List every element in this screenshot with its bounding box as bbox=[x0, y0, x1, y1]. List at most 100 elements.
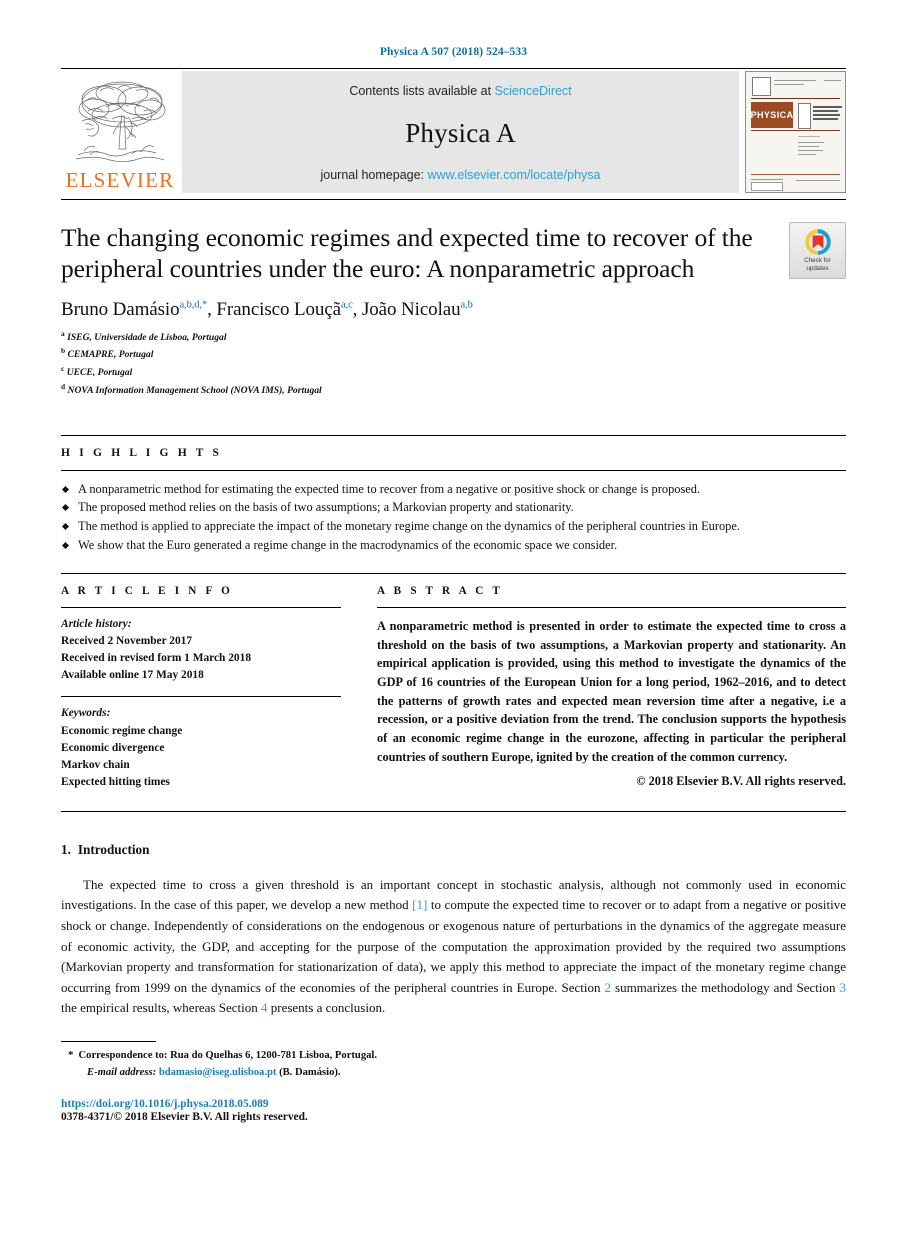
reference-link[interactable]: 2 bbox=[604, 980, 611, 995]
cover-footer-line bbox=[751, 179, 783, 180]
cover-masthead-text: PHYSICA bbox=[750, 110, 794, 120]
history-item: Received 2 November 2017 bbox=[61, 635, 193, 648]
cover-masthead: PHYSICA bbox=[751, 102, 793, 128]
abstract-heading: A B S T R A C T bbox=[377, 584, 504, 597]
author-separator: , bbox=[352, 298, 362, 320]
contents-prefix: Contents lists available at bbox=[349, 84, 492, 98]
journal-masthead: ELSEVIER Contents lists available at Sci… bbox=[61, 71, 846, 193]
section-title: Introduction bbox=[77, 841, 150, 857]
affiliation-list: a ISEG, Universidade de Lisboa, Portugal… bbox=[61, 328, 846, 399]
author-separator: , bbox=[207, 298, 217, 320]
keywords-rule bbox=[61, 696, 341, 698]
abstract-bottom-rule bbox=[61, 810, 846, 812]
author-affil-marks: a,c bbox=[341, 299, 353, 311]
affiliation-item: b CEMAPRE, Portugal bbox=[61, 345, 846, 363]
email-footnote: E-mail address: bdamasio@iseg.ulisboa.pt… bbox=[61, 1065, 846, 1082]
cover-logo-box bbox=[798, 103, 811, 129]
journal-cover-thumbnail: PHYSICA bbox=[745, 71, 846, 193]
keyword-item: Economic regime change bbox=[61, 724, 183, 737]
email-suffix: (B. Damásio). bbox=[279, 1066, 341, 1078]
crossmark-check-for-updates-icon bbox=[804, 229, 831, 255]
reference-link[interactable]: 3 bbox=[840, 980, 847, 995]
list-item: We show that the Euro generated a regime… bbox=[61, 536, 846, 555]
footnote-rule bbox=[61, 1040, 156, 1042]
author-affil-marks: a,b bbox=[460, 299, 473, 311]
journal-title: Physica A bbox=[405, 117, 516, 148]
cover-footer-box bbox=[751, 182, 783, 191]
homepage-prefix: journal homepage: bbox=[320, 168, 425, 182]
affiliation-item: a ISEG, Universidade de Lisboa, Portugal bbox=[61, 328, 846, 346]
cover-header-line bbox=[774, 84, 804, 85]
doi-block: https://doi.org/10.1016/j.physa.2018.05.… bbox=[61, 1098, 846, 1123]
issn-copyright: 0378-4371/© 2018 Elsevier B.V. All right… bbox=[61, 1110, 308, 1123]
journal-homepage-link[interactable]: www.elsevier.com/locate/physa bbox=[428, 168, 601, 182]
author-list: Bruno Damásioa,b,d,*, Francisco Louçãa,c… bbox=[61, 299, 846, 321]
cover-text-line bbox=[798, 142, 824, 143]
abstract-column: A B S T R A C T A nonparametric method i… bbox=[361, 585, 846, 791]
highlights-top-rule bbox=[61, 434, 846, 436]
highlights-heading: H I G H L I G H T S bbox=[61, 446, 223, 459]
footnote-star-mark: * bbox=[68, 1048, 74, 1061]
elsevier-tree-icon bbox=[75, 81, 166, 163]
crossmark-badge[interactable]: Check for updates bbox=[789, 222, 846, 279]
article-info-rule bbox=[61, 606, 341, 608]
info-abstract-columns: A R T I C L E I N F O Article history: R… bbox=[61, 585, 846, 791]
affiliation-text: CEMAPRE, Portugal bbox=[67, 349, 154, 361]
article-info-heading: A R T I C L E I N F O bbox=[61, 584, 234, 597]
crossmark-line2: updates bbox=[806, 264, 829, 272]
cover-publisher-mark bbox=[752, 77, 771, 96]
highlights-list: A nonparametric method for estimating th… bbox=[61, 480, 846, 555]
affiliation-item: c UECE, Portugal bbox=[61, 363, 846, 381]
cover-footer-line bbox=[796, 180, 840, 181]
keyword-item: Markov chain bbox=[61, 758, 130, 771]
affiliation-text: UECE, Portugal bbox=[66, 367, 133, 379]
crossmark-line1: Check for bbox=[804, 256, 831, 264]
article-history-block: Article history: Received 2 November 201… bbox=[61, 616, 341, 684]
cover-rule bbox=[751, 130, 840, 131]
correspondence-text: Correspondence to: Rua do Quelhas 6, 120… bbox=[78, 1049, 378, 1061]
keyword-item: Economic divergence bbox=[61, 741, 165, 754]
author-name: João Nicolau bbox=[361, 298, 461, 320]
contents-available-line: Contents lists available at ScienceDirec… bbox=[349, 84, 571, 98]
section-number: 1. bbox=[61, 841, 71, 857]
email-link[interactable]: bdamasio@iseg.ulisboa.pt bbox=[159, 1067, 277, 1078]
abstract-rule bbox=[377, 606, 846, 608]
journal-homepage-line: journal homepage: www.elsevier.com/locat… bbox=[320, 168, 600, 182]
cover-text-line bbox=[798, 154, 816, 155]
cover-subtitle-lines bbox=[813, 106, 842, 122]
cover-rule bbox=[751, 98, 840, 99]
doi-link[interactable]: https://doi.org/10.1016/j.physa.2018.05.… bbox=[61, 1098, 846, 1110]
page-title: The changing economic regimes and expect… bbox=[61, 223, 753, 284]
correspondence-footnote: * Correspondence to: Rua do Quelhas 6, 12… bbox=[61, 1047, 846, 1065]
keywords-block: Keywords: Economic regime change Economi… bbox=[61, 705, 341, 791]
history-item: Received in revised form 1 March 2018 bbox=[61, 652, 252, 665]
highlights-section: H I G H L I G H T S A nonparametric meth… bbox=[61, 434, 846, 555]
cover-text-line bbox=[798, 136, 820, 137]
cover-header-line bbox=[774, 80, 816, 81]
abstract-copyright: © 2018 Elsevier B.V. All rights reserved… bbox=[636, 774, 846, 789]
elsevier-wordmark: ELSEVIER bbox=[65, 168, 175, 192]
journal-band: Contents lists available at ScienceDirec… bbox=[182, 71, 739, 193]
cover-rule bbox=[751, 174, 840, 175]
info-top-rule bbox=[61, 572, 846, 574]
affiliation-mark: d bbox=[61, 381, 66, 391]
affiliation-text: ISEG, Universidade de Lisboa, Portugal bbox=[67, 331, 227, 343]
article-history-label: Article history: bbox=[61, 617, 132, 630]
running-head: Physica A 507 (2018) 524–533 bbox=[379, 46, 528, 58]
reference-link[interactable]: [1] bbox=[412, 897, 427, 912]
list-item: The proposed method relies on the basis … bbox=[61, 498, 846, 517]
affiliation-item: d NOVA Information Management School (NO… bbox=[61, 381, 846, 399]
affiliation-text: NOVA Information Management School (NOVA… bbox=[67, 385, 322, 397]
keywords-label: Keywords: bbox=[61, 707, 111, 720]
section-heading-introduction: 1. Introduction bbox=[61, 842, 846, 858]
sciencedirect-link[interactable]: ScienceDirect bbox=[495, 84, 572, 98]
masthead-top-rule bbox=[61, 68, 846, 69]
paper-page: Physica A 507 (2018) 524–533 ELSEVIER Co… bbox=[0, 0, 907, 1238]
reference-link[interactable]: 4 bbox=[261, 1000, 268, 1015]
email-label: E-mail address: bbox=[87, 1066, 157, 1078]
highlights-under-rule bbox=[61, 469, 846, 471]
abstract-text: A nonparametric method is presented in o… bbox=[377, 618, 846, 764]
list-item: A nonparametric method for estimating th… bbox=[61, 480, 846, 499]
title-area: The changing economic regimes and expect… bbox=[61, 200, 846, 399]
author-name: Bruno Damásio bbox=[61, 298, 180, 320]
